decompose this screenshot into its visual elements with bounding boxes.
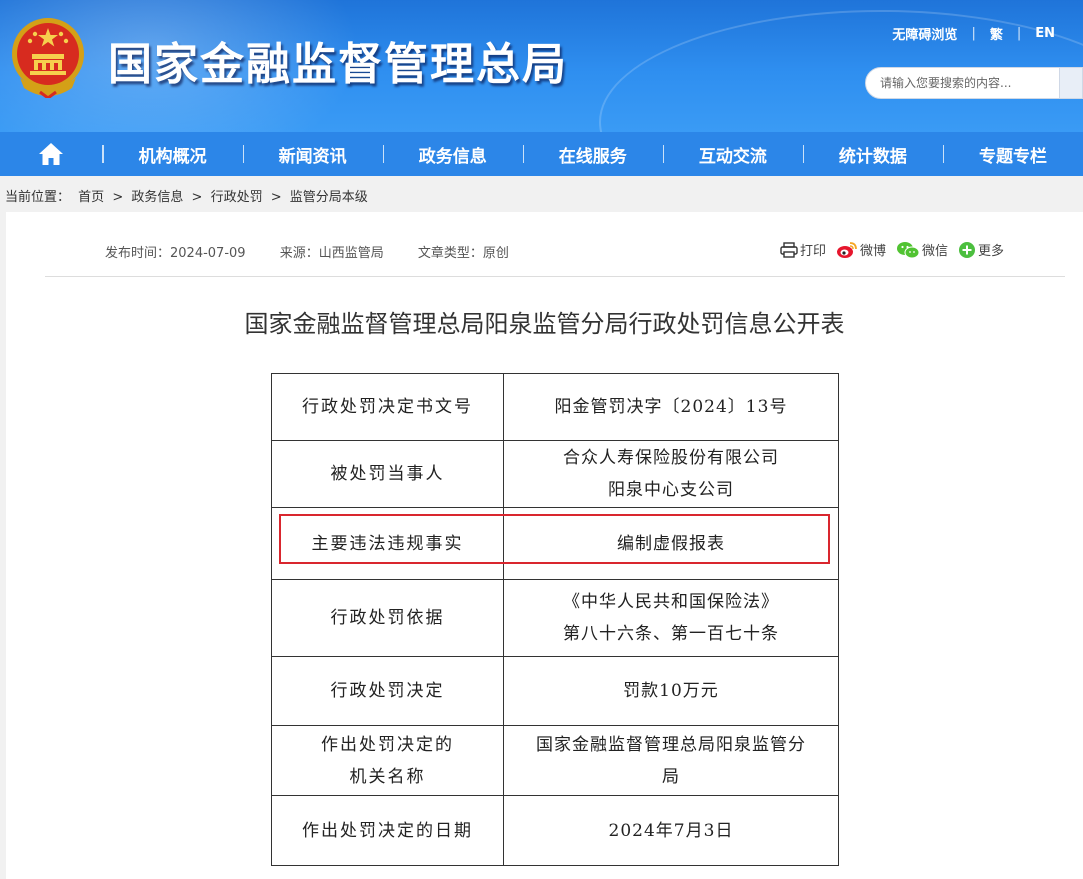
value-line: 国家金融监督管理总局阳泉监管分	[536, 734, 806, 755]
row-value-legal-basis: 《中华人民共和国保险法》 第八十六条、第一百七十条	[503, 579, 839, 657]
article-panel: 发布时间：2024-07-09 来源：山西监管局 文章类型：原创 打印 微博 微…	[6, 212, 1083, 879]
nav-item-online-service[interactable]: 在线服务	[522, 132, 663, 176]
row-value-decision: 罚款10万元	[503, 656, 839, 726]
search-box	[865, 67, 1083, 101]
value-line: 罚款10万元	[623, 681, 719, 701]
print-label: 打印	[800, 244, 827, 259]
breadcrumb-sep: >	[112, 190, 124, 205]
value-line: 第八十六条、第一百七十条	[563, 624, 779, 644]
top-links: 无障碍浏览 | 繁 | EN	[892, 24, 1055, 43]
breadcrumb-home[interactable]: 首页	[78, 190, 104, 205]
row-value-party: 合众人寿保险股份有限公司 阳泉中心支公司	[503, 440, 839, 508]
table-row: 作出处罚决定的 机关名称 国家金融监督管理总局阳泉监管分 局	[271, 725, 839, 796]
weibo-icon	[837, 241, 857, 258]
nav-item-government-info[interactable]: 政务信息	[382, 132, 523, 176]
article-type: 文章类型：原创	[417, 246, 509, 261]
breadcrumb-label: 当前位置：	[5, 190, 71, 205]
nav-home[interactable]	[0, 132, 103, 176]
value-line: 局	[662, 766, 680, 787]
breadcrumb-branch[interactable]: 监管分局本级	[290, 190, 368, 205]
article-source: 来源：山西监管局	[279, 246, 384, 261]
site-header: 国家金融监督管理总局 无障碍浏览 | 繁 | EN	[0, 0, 1083, 132]
row-key-party: 被处罚当事人	[271, 440, 504, 508]
home-icon	[39, 143, 64, 165]
print-icon	[780, 241, 798, 258]
weibo-label: 微博	[860, 244, 887, 259]
nav-item-about[interactable]: 机构概况	[102, 132, 243, 176]
row-key-date: 作出处罚决定的日期	[271, 795, 504, 866]
wechat-share-button[interactable]: 微信	[896, 240, 948, 259]
value-line: 2024年7月3日	[608, 820, 734, 841]
row-key-decision: 行政处罚决定	[271, 656, 504, 726]
highlight-box	[279, 514, 830, 564]
nav-item-statistics[interactable]: 统计数据	[802, 132, 943, 176]
table-row: 行政处罚依据 《中华人民共和国保险法》 第八十六条、第一百七十条	[271, 579, 839, 657]
key-line: 作出处罚决定的	[321, 734, 454, 755]
wechat-label: 微信	[922, 244, 949, 259]
article-meta: 发布时间：2024-07-09 来源：山西监管局 文章类型：原创	[105, 242, 539, 261]
search-button[interactable]	[1059, 67, 1083, 99]
nav-item-topics[interactable]: 专题专栏	[942, 132, 1083, 176]
value-line: 阳金管罚决字〔2024〕13号	[554, 397, 788, 417]
breadcrumb-sep: >	[191, 190, 203, 205]
nav-item-news[interactable]: 新闻资讯	[242, 132, 383, 176]
table-row: 被处罚当事人 合众人寿保险股份有限公司 阳泉中心支公司	[271, 440, 839, 508]
row-key-decision-number: 行政处罚决定书文号	[271, 373, 504, 441]
share-bar: 打印 微博 微信 更多	[780, 240, 1014, 259]
english-link[interactable]: EN	[1035, 26, 1055, 41]
key-line: 机关名称	[349, 766, 426, 787]
wechat-icon	[897, 241, 920, 258]
table-row: 行政处罚决定 罚款10万元	[271, 656, 839, 726]
breadcrumb-penalty[interactable]: 行政处罚	[211, 190, 263, 205]
print-button[interactable]: 打印	[780, 240, 826, 259]
traditional-chinese-link[interactable]: 繁	[990, 24, 1003, 43]
search-input[interactable]	[865, 67, 1061, 99]
value-line: 《中华人民共和国保险法》	[563, 592, 779, 612]
weibo-share-button[interactable]: 微博	[836, 240, 886, 259]
table-row: 作出处罚决定的日期 2024年7月3日	[271, 795, 839, 866]
separator: |	[1016, 26, 1022, 41]
meta-divider	[45, 276, 1065, 277]
row-key-authority: 作出处罚决定的 机关名称	[271, 725, 504, 796]
more-share-button[interactable]: 更多	[958, 240, 1004, 259]
breadcrumb-government-info[interactable]: 政务信息	[131, 190, 183, 205]
article-title: 国家金融监督管理总局阳泉监管分局行政处罚信息公开表	[244, 310, 845, 338]
breadcrumb-sep: >	[270, 190, 282, 205]
value-line: 合众人寿保险股份有限公司	[563, 448, 779, 468]
row-value-authority: 国家金融监督管理总局阳泉监管分 局	[503, 725, 839, 796]
publish-time: 发布时间：2024-07-09	[105, 246, 246, 261]
row-value-date: 2024年7月3日	[503, 795, 839, 866]
main-nav: 机构概况 新闻资讯 政务信息 在线服务 互动交流 统计数据 专题专栏	[0, 132, 1083, 176]
breadcrumb: 当前位置： 首页 > 政务信息 > 行政处罚 > 监管分局本级	[5, 186, 372, 205]
penalty-table: 行政处罚决定书文号 阳金管罚决字〔2024〕13号 被处罚当事人 合众人寿保险股…	[271, 373, 839, 866]
site-title: 国家金融监督管理总局	[108, 39, 568, 90]
plus-circle-icon	[959, 241, 976, 258]
national-emblem-icon[interactable]	[10, 14, 86, 98]
more-label: 更多	[978, 244, 1005, 259]
accessibility-link[interactable]: 无障碍浏览	[892, 24, 957, 43]
row-key-legal-basis: 行政处罚依据	[271, 579, 504, 657]
nav-item-interaction[interactable]: 互动交流	[662, 132, 803, 176]
value-line: 阳泉中心支公司	[608, 480, 734, 500]
table-row: 行政处罚决定书文号 阳金管罚决字〔2024〕13号	[271, 373, 839, 441]
row-value-decision-number: 阳金管罚决字〔2024〕13号	[503, 373, 839, 441]
separator: |	[971, 26, 976, 41]
